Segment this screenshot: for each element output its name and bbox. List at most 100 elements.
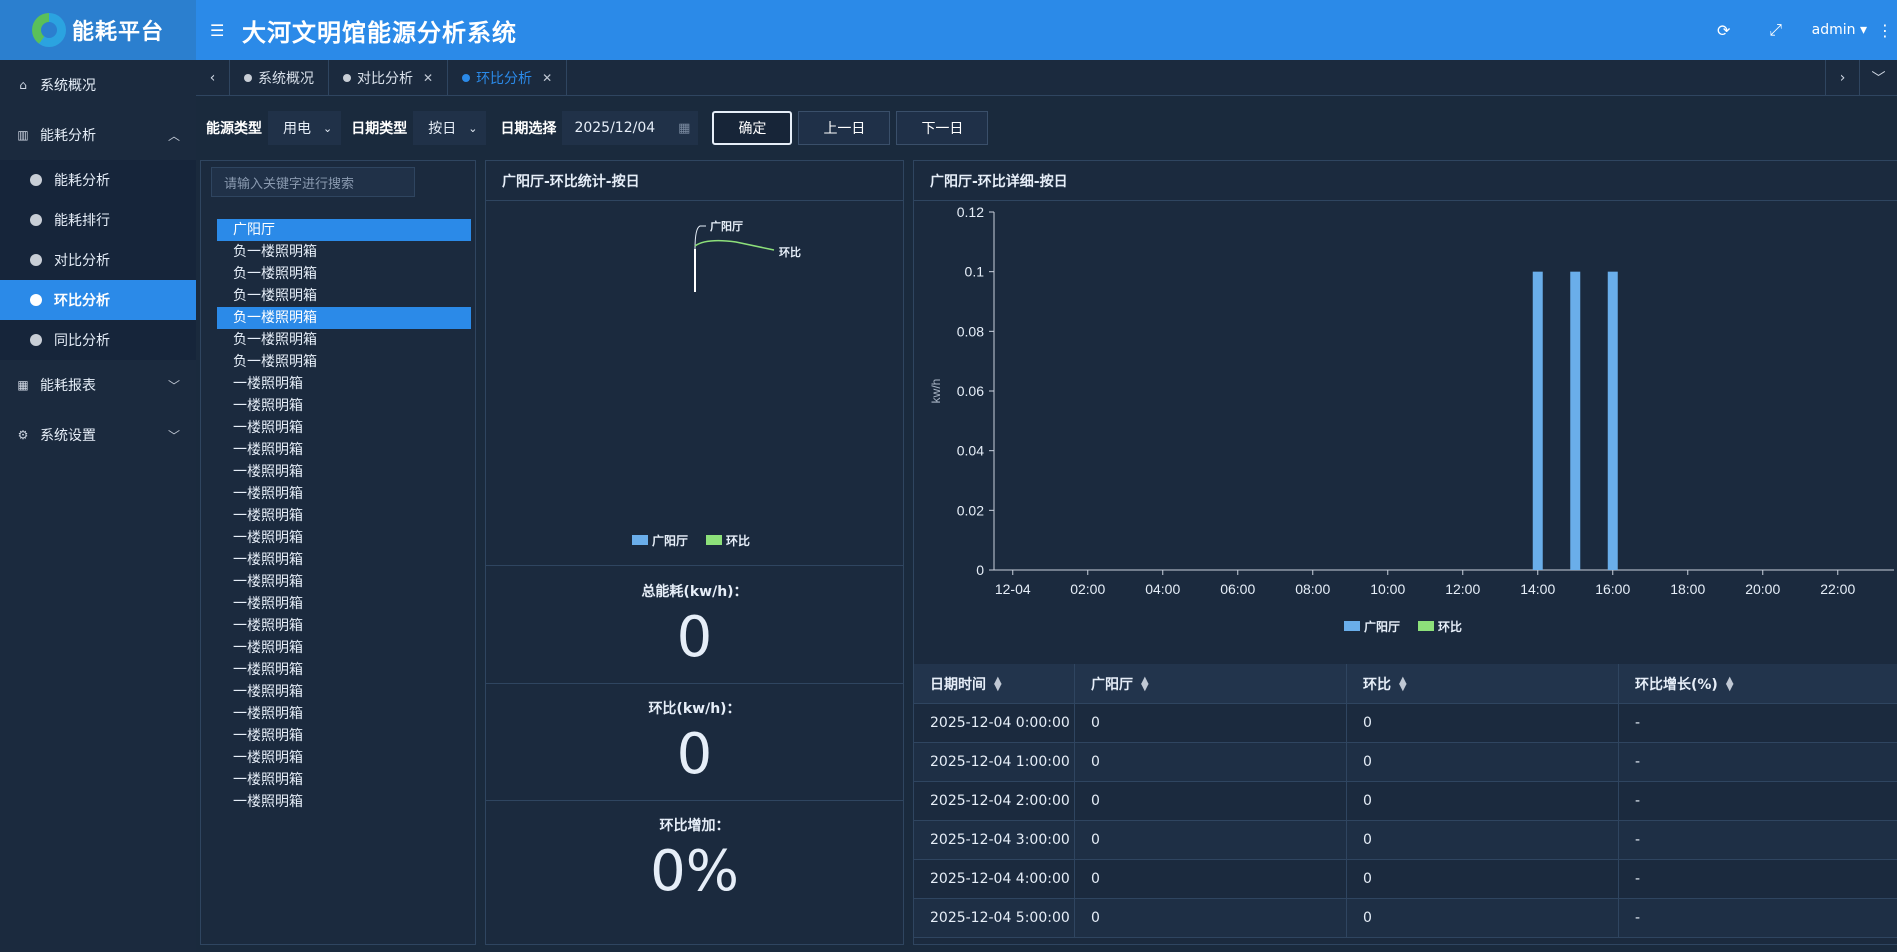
tree-node[interactable]: 一楼照明箱 <box>217 483 471 505</box>
tab-overview[interactable]: 系统概况 <box>230 60 329 96</box>
legend-item-a[interactable]: 广阳厅 <box>1344 618 1400 635</box>
tree-node[interactable]: 负一楼照明箱 <box>217 263 471 285</box>
tab-mom[interactable]: 环比分析 ✕ <box>448 60 568 96</box>
date-type-select[interactable]: 按日 ⌄ <box>413 111 487 145</box>
submenu-item-label: 环比分析 <box>54 293 110 309</box>
detail-panel: 广阳厅-环比详细-按日 0 0.02 0.04 0.06 0.08 0.1 0.12 12-0… <box>913 160 1897 945</box>
submenu-item-ranking[interactable]: 能耗排行 <box>0 200 196 240</box>
table-cell: 0 <box>1347 704 1619 742</box>
tree-node[interactable]: 一楼照明箱 <box>217 747 471 769</box>
tree-node[interactable]: 一楼照明箱 <box>217 615 471 637</box>
table-cell: 0 <box>1075 782 1347 820</box>
tree-node[interactable]: 一楼照明箱 <box>217 439 471 461</box>
table-row[interactable]: 2025-12-04 4:00:00 0 0- <box>914 860 1897 899</box>
pie-label-b: 环比 <box>779 245 801 259</box>
tree-search-input[interactable]: 请输入关键字进行搜索 <box>211 167 415 197</box>
chevron-down-icon: ﹀ <box>167 378 180 393</box>
sidebar-item-reports[interactable]: ▦ 能耗报表 ﹀ <box>0 360 196 410</box>
x-tick-label: 02:00 <box>1070 581 1105 597</box>
tree-node[interactable]: 一楼照明箱 <box>217 725 471 747</box>
tab-menu-chevron-down-icon[interactable]: ﹀ <box>1859 60 1897 96</box>
tree-node[interactable]: 一楼照明箱 <box>217 373 471 395</box>
legend-swatch-a <box>1344 621 1360 631</box>
table-row[interactable]: 2025-12-04 5:00:00 0 0- <box>914 899 1897 938</box>
energy-type-select[interactable]: 用电 ⌄ <box>268 111 342 145</box>
tree-node[interactable]: 一楼照明箱 <box>217 505 471 527</box>
tree-node[interactable]: 一楼照明箱 <box>217 791 471 813</box>
user-menu[interactable]: admin ▾ <box>1812 22 1867 38</box>
tree-node[interactable]: 广阳厅 <box>217 219 471 241</box>
column-header-growth[interactable]: 环比增长(%) ▲ ▼ <box>1619 664 1891 703</box>
fullscreen-icon[interactable]: ⤢ <box>1750 20 1802 40</box>
energy-type-label: 能源类型 <box>206 121 262 137</box>
bar-guangyang <box>1532 271 1543 570</box>
tree-node[interactable]: 负一楼照明箱 <box>217 329 471 351</box>
tree-node[interactable]: 一楼照明箱 <box>217 637 471 659</box>
tree-node[interactable]: 一楼照明箱 <box>217 593 471 615</box>
y-tick-label: 0.1 <box>965 264 985 280</box>
tree-node[interactable]: 一楼照明箱 <box>217 769 471 791</box>
legend-item-b[interactable]: 环比 <box>706 532 750 549</box>
confirm-button[interactable]: 确定 <box>712 111 793 145</box>
close-icon[interactable]: ✕ <box>423 71 433 85</box>
tree-node[interactable]: 一楼照明箱 <box>217 571 471 593</box>
sidebar-item-overview[interactable]: ⌂ 系统概况 <box>0 60 196 110</box>
pie-chart: 广阳厅 环比 广阳厅 环比 <box>486 202 903 566</box>
column-header-mom[interactable]: 环比 ▲ ▼ <box>1347 664 1619 703</box>
column-header-datetime[interactable]: 日期时间 ▲ ▼ <box>914 664 1075 703</box>
date-input[interactable]: 2025/12/04 ▦ <box>562 111 699 145</box>
menu-toggle-icon[interactable]: ☰ <box>210 21 228 40</box>
tree-node[interactable]: 一楼照明箱 <box>217 417 471 439</box>
submenu-item-energy[interactable]: 能耗分析 <box>0 160 196 200</box>
table-icon: ▦ <box>17 378 29 392</box>
tab-label: 环比分析 <box>476 71 533 87</box>
table-row[interactable]: 2025-12-04 2:00:00 0 0- <box>914 782 1897 821</box>
legend-item-a[interactable]: 广阳厅 <box>632 532 688 549</box>
date-label: 日期选择 <box>500 121 557 137</box>
tab-scroll-left-icon[interactable]: ‹ <box>196 60 230 96</box>
tree-node[interactable]: 一楼照明箱 <box>217 395 471 417</box>
tree-node[interactable]: 负一楼照明箱 <box>217 285 471 307</box>
tree-node[interactable]: 负一楼照明箱 <box>217 241 471 263</box>
sidebar-item-energy-analysis[interactable]: ▥ 能耗分析 ︿ <box>0 110 196 160</box>
x-tick-label: 14:00 <box>1520 581 1555 597</box>
table-body: 2025-12-04 0:00:00 0 0-2025-12-04 1:00:00 0… <box>914 704 1897 938</box>
table-row[interactable]: 2025-12-04 0:00:00 0 0- <box>914 704 1897 743</box>
submenu-item-mom[interactable]: 环比分析 <box>0 280 196 320</box>
top-header: ☰ 大河文明馆能源分析系统 ⟳ ⤢ admin ▾ ⋮ <box>196 0 1897 60</box>
table-cell: 2025-12-04 3:00:00 <box>914 821 1075 859</box>
table-cell: 2025-12-04 5:00:00 <box>914 899 1075 937</box>
tree-node[interactable]: 一楼照明箱 <box>217 681 471 703</box>
chevron-down-icon: ﹀ <box>167 428 180 443</box>
prev-day-button[interactable]: 上一日 <box>798 111 891 145</box>
next-day-button[interactable]: 下一日 <box>896 111 989 145</box>
sidebar-item-settings[interactable]: ⚙ 系统设置 ﹀ <box>0 410 196 460</box>
tree-node[interactable]: 一楼照明箱 <box>217 703 471 725</box>
logo-text: 能耗平台 <box>71 20 164 45</box>
more-vertical-icon[interactable]: ⋮ <box>1877 21 1893 40</box>
refresh-icon[interactable]: ⟳ <box>1698 21 1750 40</box>
tab-compare[interactable]: 对比分析 ✕ <box>329 60 449 96</box>
tree-node[interactable]: 负一楼照明箱 <box>217 307 471 329</box>
tab-scroll-right-icon[interactable]: › <box>1825 60 1859 96</box>
close-icon[interactable]: ✕ <box>542 71 552 85</box>
table-row[interactable]: 2025-12-04 1:00:00 0 0- <box>914 743 1897 782</box>
table-cell: 2025-12-04 0:00:00 <box>914 704 1075 742</box>
tree-node[interactable]: 一楼照明箱 <box>217 461 471 483</box>
column-header-guangyang[interactable]: 广阳厅 ▲ ▼ <box>1075 664 1347 703</box>
submenu-energy-analysis: 能耗分析 能耗排行 对比分析 环比分析 同比分析 <box>0 160 196 360</box>
tabs: 系统概况 对比分析 ✕ 环比分析 ✕ <box>230 60 568 96</box>
tree-node[interactable]: 负一楼照明箱 <box>217 351 471 373</box>
submenu-item-compare[interactable]: 对比分析 <box>0 240 196 280</box>
submenu-item-yoy[interactable]: 同比分析 <box>0 320 196 360</box>
bar-chart-icon: ▥ <box>17 128 29 142</box>
column-header-label: 环比增长(%) <box>1635 676 1718 693</box>
legend-label-a: 广阳厅 <box>652 534 689 548</box>
sidebar-item-label: 系统概况 <box>40 78 96 94</box>
tree-node[interactable]: 一楼照明箱 <box>217 549 471 571</box>
legend-item-b[interactable]: 环比 <box>1418 618 1462 635</box>
tree-node[interactable]: 一楼照明箱 <box>217 659 471 681</box>
tree-node[interactable]: 一楼照明箱 <box>217 527 471 549</box>
x-tick-label: 06:00 <box>1220 581 1255 597</box>
table-row[interactable]: 2025-12-04 3:00:00 0 0- <box>914 821 1897 860</box>
